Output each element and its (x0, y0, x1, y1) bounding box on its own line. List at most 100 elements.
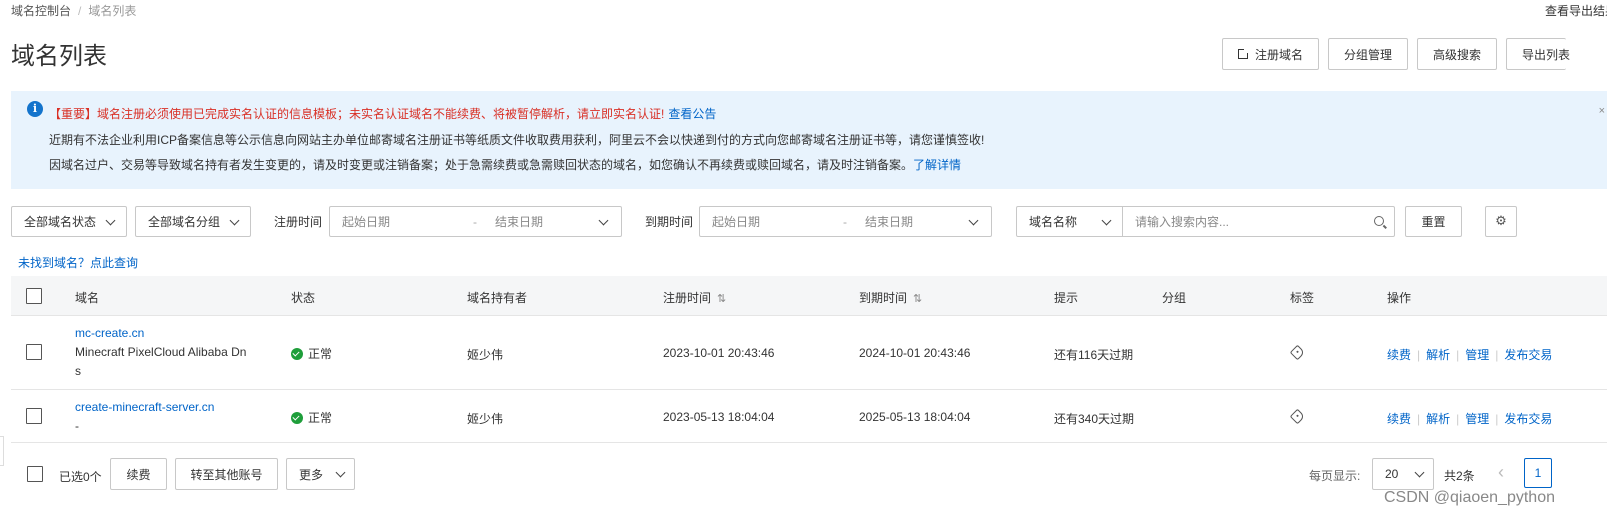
more-actions-dropdown[interactable]: 更多 (286, 458, 355, 490)
exp-time-cell: 2024-10-01 20:43:46 (859, 346, 971, 360)
status-filter-select[interactable]: 全部域名状态 (11, 206, 127, 237)
status-text: 正常 (308, 347, 333, 361)
renew-link[interactable]: 续费 (1387, 412, 1411, 426)
notice-line-filing: 因域名过户、交易等导致域名持有者发生变更的，请及时变更或注销备案；处于急需续费或… (49, 156, 961, 173)
search-input[interactable]: 请输入搜索内容... (1122, 206, 1395, 237)
table-row: mc-create.cn Minecraft PixelCloud Alibab… (11, 316, 1607, 390)
check-circle-icon (291, 348, 303, 360)
learn-more-link[interactable]: 了解详情 (913, 158, 961, 172)
table-footer: 已选0个 续费 转至其他账号 更多 每页显示: 20 共2条 ‹ 1 (11, 456, 1607, 492)
export-list-button[interactable]: 导出列表 (1506, 38, 1570, 70)
transfer-account-button[interactable]: 转至其他账号 (175, 458, 278, 490)
select-all-checkbox[interactable] (26, 288, 42, 304)
domain-link[interactable]: mc-create.cn (75, 326, 144, 340)
notice-important-text: 【重要】域名注册必须使用已完成实名认证的信息模板；未实名认证域名不能续费、将被暂… (49, 107, 665, 121)
header-exp-time[interactable]: 到期时间 ⇅ (859, 289, 922, 306)
notice-line-important: 【重要】域名注册必须使用已完成实名认证的信息模板；未实名认证域名不能续费、将被暂… (49, 105, 716, 122)
check-circle-icon (291, 412, 303, 424)
reset-button[interactable]: 重置 (1405, 206, 1462, 237)
settings-button[interactable]: ⚙ (1485, 206, 1517, 237)
domain-not-found-link[interactable]: 未找到域名？点此查询 (18, 254, 138, 271)
domain-note-cont: s (75, 364, 81, 378)
search-icon[interactable] (1374, 216, 1384, 226)
sort-icon[interactable]: ⇅ (913, 293, 922, 305)
reg-start-date-input[interactable]: 起始日期 (342, 213, 390, 230)
row-actions: 续费 | 解析 | 管理 | 发布交易 (1387, 348, 1553, 362)
dns-link[interactable]: 解析 (1426, 348, 1450, 362)
watermark: CSDN @qiaoen_python (1383, 489, 1555, 506)
chevron-down-icon (598, 215, 609, 226)
row-checkbox[interactable] (26, 344, 42, 360)
domain-table: 域名 状态 域名持有者 注册时间 ⇅ 到期时间 ⇅ 提示 分组 标签 操作 mc-c… (11, 276, 1607, 443)
chevron-down-icon (968, 215, 979, 226)
search-field-select[interactable]: 域名名称 (1016, 206, 1123, 237)
chevron-down-icon (335, 467, 346, 478)
holder-cell: 姬少伟 (467, 348, 504, 362)
domain-note: - (75, 419, 79, 433)
per-page-label: 每页显示: (1309, 469, 1361, 483)
chevron-down-icon (1414, 467, 1425, 478)
prev-page-icon[interactable]: ‹ (1498, 462, 1504, 483)
header-group: 分组 (1162, 291, 1187, 305)
exp-time-label: 到期时间 (645, 215, 694, 229)
status-cell: 正常 (291, 409, 332, 426)
tag-icon[interactable] (1289, 344, 1306, 361)
table-header: 域名 状态 域名持有者 注册时间 ⇅ 到期时间 ⇅ 提示 分组 标签 操作 (11, 276, 1607, 316)
publish-trade-link[interactable]: 发布交易 (1504, 348, 1552, 362)
chevron-down-icon (105, 215, 116, 226)
header-exp-time-label: 到期时间 (859, 291, 908, 305)
exp-start-date-input[interactable]: 起始日期 (712, 213, 760, 230)
exp-time-range-picker[interactable]: 起始日期 - 结束日期 (699, 206, 992, 237)
per-page-select[interactable]: 20 (1372, 458, 1434, 490)
batch-renew-button[interactable]: 续费 (110, 458, 167, 490)
header-status: 状态 (291, 291, 316, 305)
row-actions: 续费 | 解析 | 管理 | 发布交易 (1387, 412, 1553, 426)
view-export-results-link[interactable]: 查看导出结果 (1545, 2, 1607, 19)
breadcrumb-current: 域名列表 (88, 4, 137, 18)
exp-end-date-input[interactable]: 结束日期 (865, 213, 913, 230)
selected-count: 已选0个 (59, 470, 102, 484)
search-placeholder: 请输入搜索内容... (1135, 215, 1230, 229)
renew-link[interactable]: 续费 (1387, 348, 1411, 362)
view-announcement-link[interactable]: 查看公告 (668, 107, 716, 121)
row-checkbox[interactable] (26, 408, 42, 424)
reg-time-cell: 2023-10-01 20:43:46 (663, 346, 775, 360)
hint-cell: 还有340天过期 (1054, 412, 1135, 426)
breadcrumb-separator: / (78, 4, 82, 18)
notice-line-fraud: 近期有不法企业利用ICP备案信息等公示信息向网站主办单位邮寄域名注册证书等纸质文… (49, 133, 985, 147)
close-icon[interactable]: × (1599, 105, 1605, 117)
per-page-value: 20 (1385, 467, 1399, 481)
tag-icon[interactable] (1289, 408, 1306, 425)
chevron-down-icon (229, 215, 240, 226)
reg-time-cell: 2023-05-13 18:04:04 (663, 410, 775, 424)
manage-link[interactable]: 管理 (1465, 412, 1489, 426)
register-domain-label: 注册域名 (1255, 47, 1304, 62)
exp-time-cell: 2025-05-13 18:04:04 (859, 410, 971, 424)
footer-select-all-checkbox[interactable] (27, 466, 43, 482)
dns-link[interactable]: 解析 (1426, 412, 1450, 426)
side-panel-handle[interactable] (0, 436, 4, 466)
total-count: 共2条 (1444, 469, 1475, 483)
header-reg-time[interactable]: 注册时间 ⇅ (663, 289, 726, 306)
register-domain-button[interactable]: 注册域名 (1222, 38, 1320, 70)
header-reg-time-label: 注册时间 (663, 291, 712, 305)
reg-end-date-input[interactable]: 结束日期 (495, 213, 543, 230)
date-separator: - (473, 214, 477, 229)
page-title: 域名列表 (11, 43, 107, 70)
reg-time-range-picker[interactable]: 起始日期 - 结束日期 (329, 206, 622, 237)
notice-banner: i 【重要】域名注册必须使用已完成实名认证的信息模板；未实名认证域名不能续费、将… (11, 91, 1607, 189)
group-filter-select[interactable]: 全部域名分组 (135, 206, 251, 237)
domain-link[interactable]: create-minecraft-server.cn (75, 400, 214, 414)
header-tag: 标签 (1290, 291, 1315, 305)
status-text: 正常 (308, 411, 333, 425)
header-hint: 提示 (1054, 291, 1079, 305)
breadcrumb-root[interactable]: 域名控制台 (11, 4, 71, 18)
group-manage-button[interactable]: 分组管理 (1328, 38, 1409, 70)
advanced-search-button[interactable]: 高级搜索 (1417, 38, 1498, 70)
manage-link[interactable]: 管理 (1465, 348, 1489, 362)
notice-filing-text: 因域名过户、交易等导致域名持有者发生变更的，请及时变更或注销备案；处于急需续费或… (49, 158, 914, 172)
holder-cell: 姬少伟 (467, 412, 504, 426)
sort-icon[interactable]: ⇅ (717, 293, 726, 305)
publish-trade-link[interactable]: 发布交易 (1504, 412, 1552, 426)
page-1-button[interactable]: 1 (1524, 458, 1552, 488)
